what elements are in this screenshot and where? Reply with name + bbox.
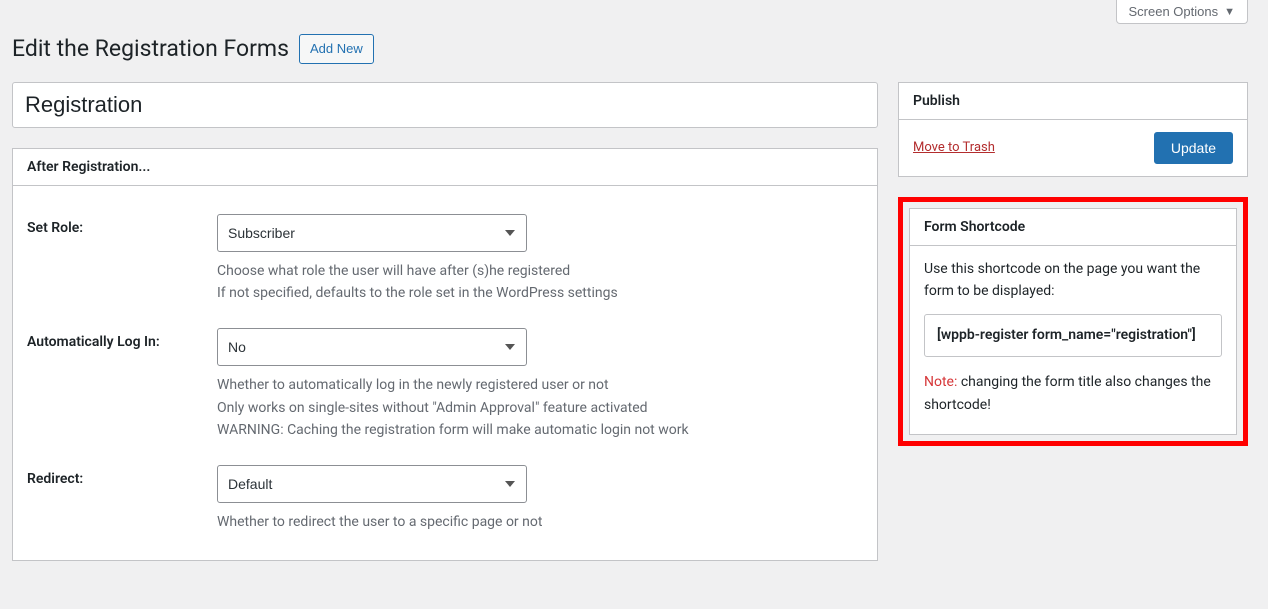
set-role-label: Set Role: xyxy=(27,198,217,313)
caret-down-icon: ▼ xyxy=(1224,6,1235,18)
auto-login-select[interactable]: No xyxy=(217,328,527,366)
form-shortcode-box: Form Shortcode Use this shortcode on the… xyxy=(909,208,1237,436)
shortcode-intro: Use this shortcode on the page you want … xyxy=(924,258,1222,303)
form-title-input[interactable] xyxy=(12,82,878,128)
move-to-trash-link[interactable]: Move to Trash xyxy=(913,140,995,155)
shortcode-code[interactable]: [wppb-register form_name="registration"] xyxy=(924,314,1222,357)
add-new-button[interactable]: Add New xyxy=(299,34,374,64)
update-button[interactable]: Update xyxy=(1154,132,1233,164)
note-label: Note: xyxy=(924,374,957,390)
auto-login-desc-3: WARNING: Caching the registration form w… xyxy=(217,419,853,441)
redirect-desc-1: Whether to redirect the user to a specif… xyxy=(217,511,853,533)
note-text: changing the form title also changes the… xyxy=(924,374,1211,412)
set-role-desc-2: If not specified, defaults to the role s… xyxy=(217,282,853,304)
publish-box: Publish Move to Trash Update xyxy=(898,82,1248,177)
form-shortcode-heading: Form Shortcode xyxy=(924,219,1222,235)
page-title: Edit the Registration Forms xyxy=(12,35,289,62)
shortcode-note: Note: changing the form title also chang… xyxy=(924,371,1222,416)
set-role-desc-1: Choose what role the user will have afte… xyxy=(217,260,853,282)
auto-login-desc-2: Only works on single-sites without "Admi… xyxy=(217,397,853,419)
redirect-select[interactable]: Default xyxy=(217,465,527,503)
screen-options-label: Screen Options xyxy=(1129,4,1219,19)
auto-login-label: Automatically Log In: xyxy=(27,312,217,449)
publish-heading: Publish xyxy=(913,93,1233,109)
screen-options-button[interactable]: Screen Options ▼ xyxy=(1116,0,1249,24)
after-registration-heading: After Registration... xyxy=(27,159,863,175)
auto-login-desc-1: Whether to automatically log in the newl… xyxy=(217,374,853,396)
after-registration-box: After Registration... Set Role: Subscrib… xyxy=(12,148,878,561)
redirect-label: Redirect: xyxy=(27,449,217,541)
shortcode-highlight: Form Shortcode Use this shortcode on the… xyxy=(898,197,1248,447)
set-role-select[interactable]: Subscriber xyxy=(217,214,527,252)
